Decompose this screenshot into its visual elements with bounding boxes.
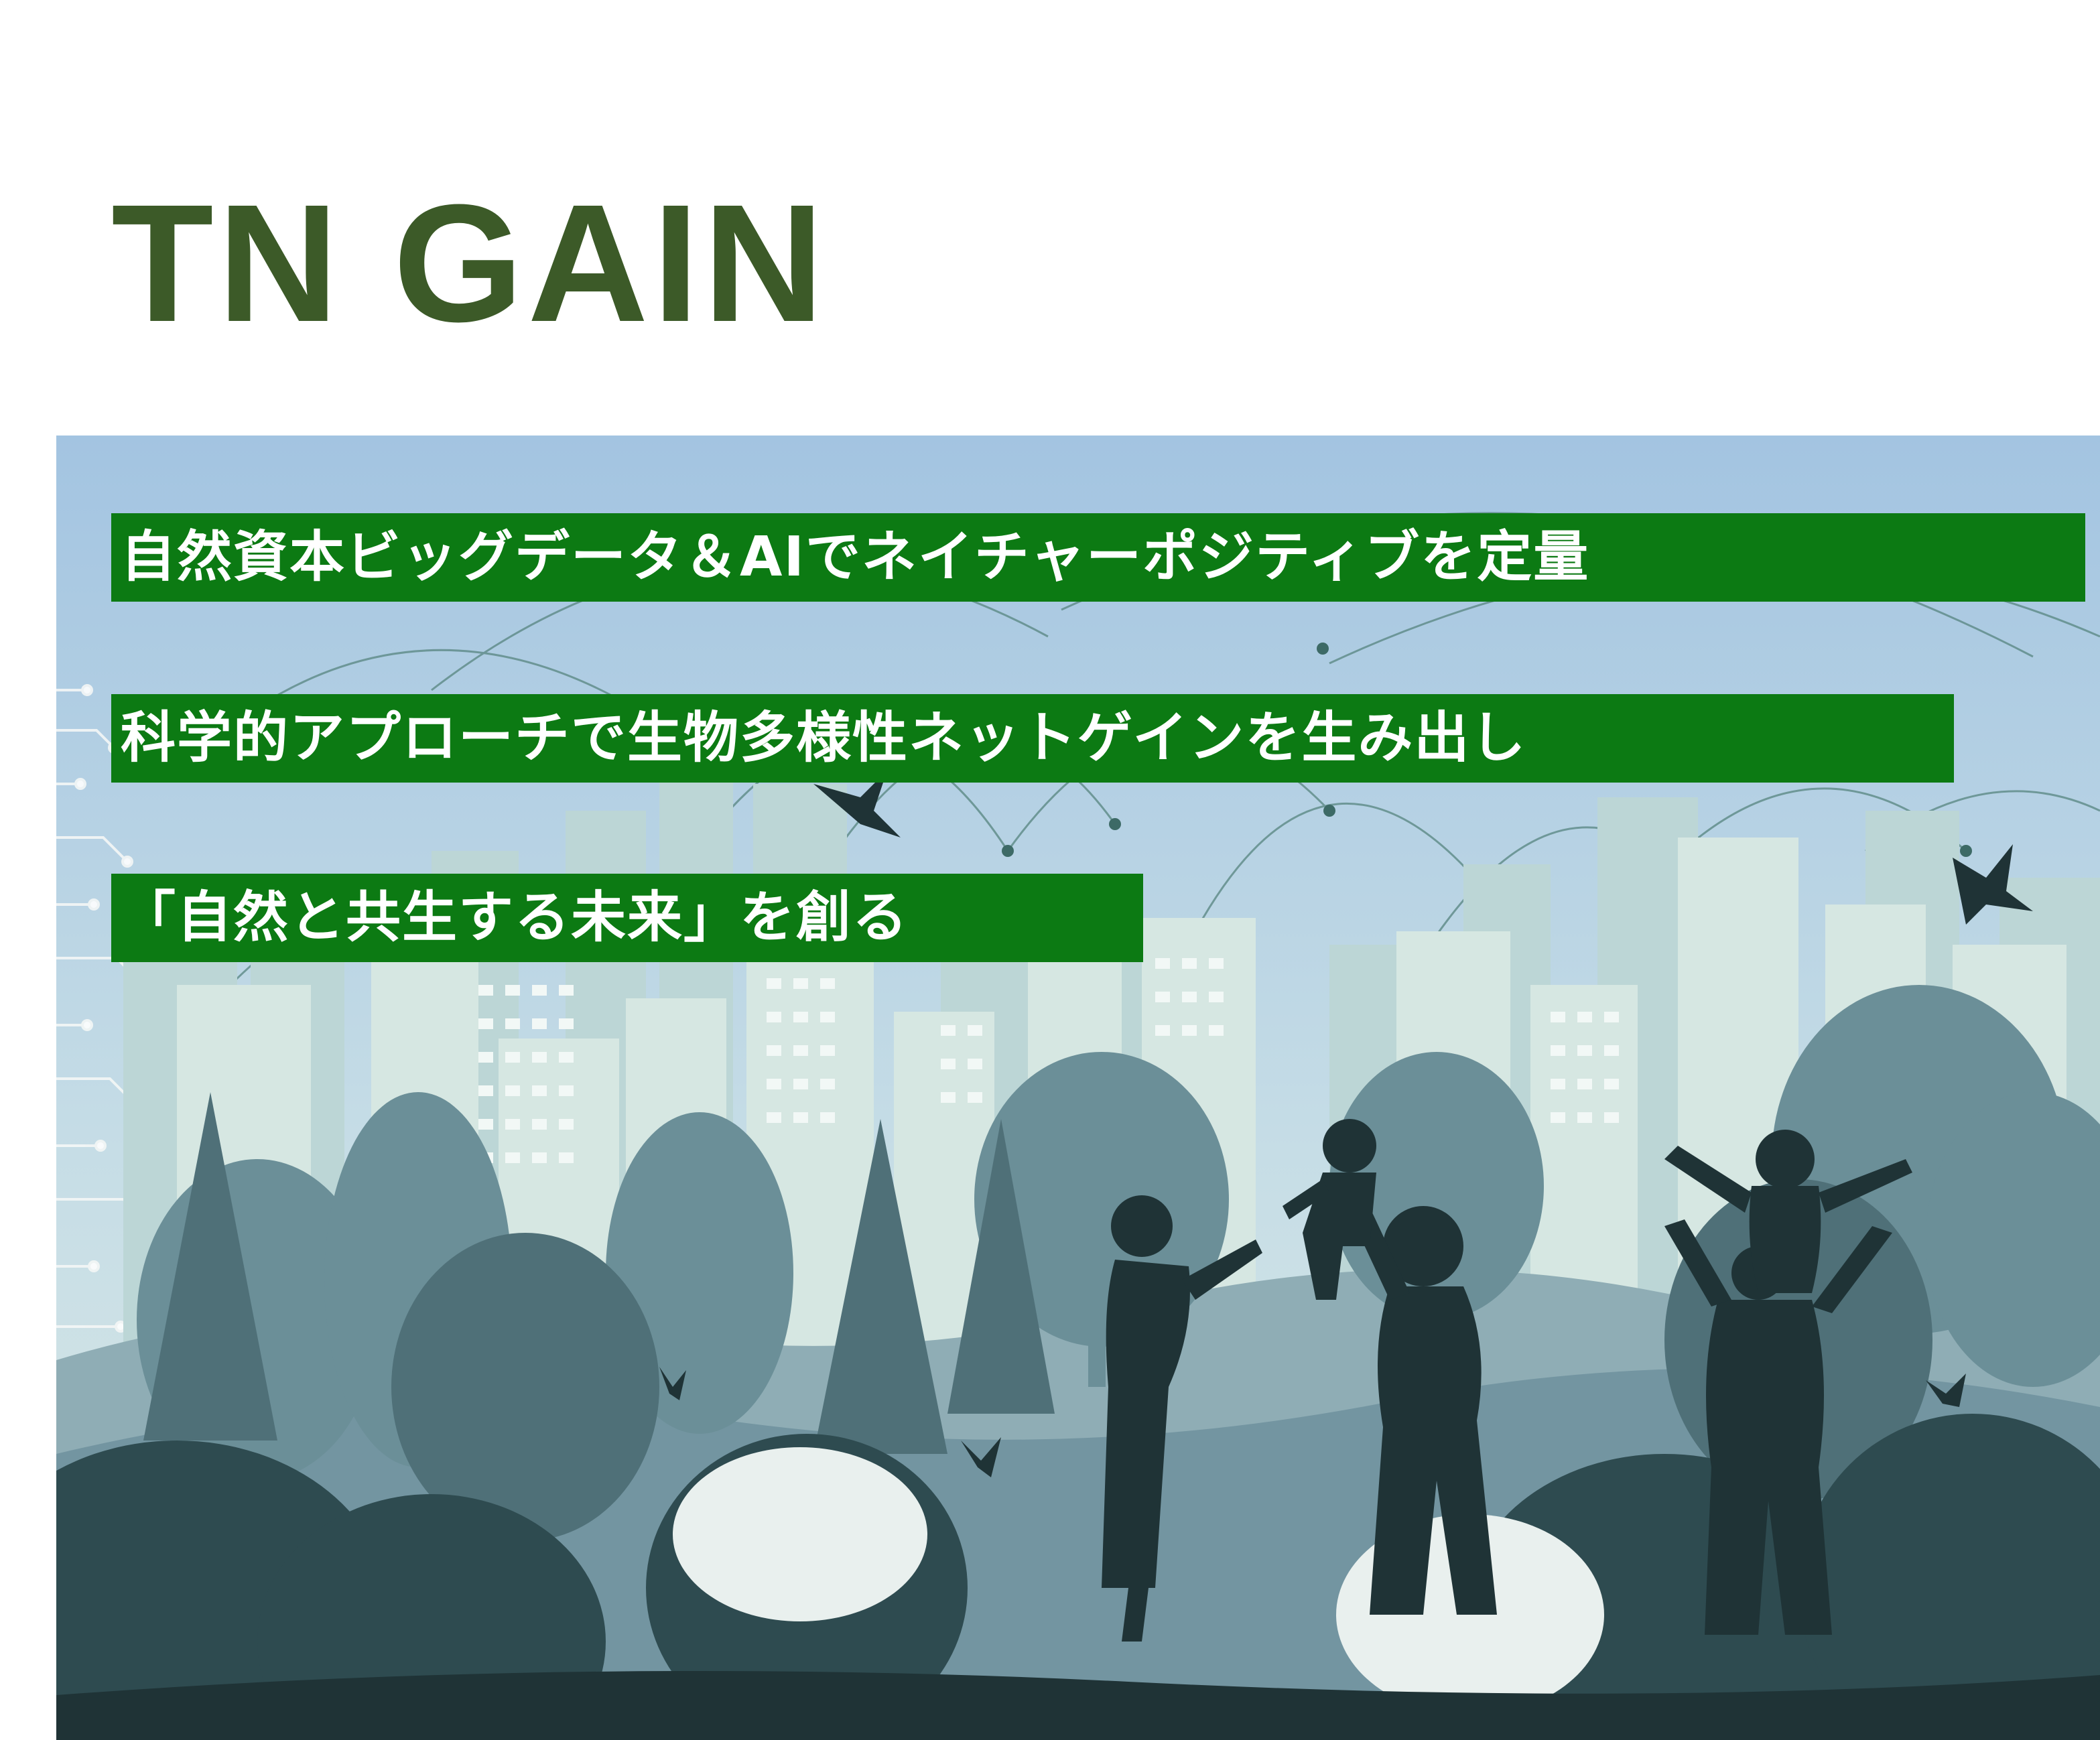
tagline-line-3: 「自然と共生する未来」を創る bbox=[111, 874, 1143, 962]
hero-banner: 自然資本ビッグデータ＆AIでネイチャーポジティブを定量 科学的アプローチで生物多… bbox=[56, 436, 2100, 1740]
brand-title: TN GAIN bbox=[111, 170, 828, 356]
tagline-line-1: 自然資本ビッグデータ＆AIでネイチャーポジティブを定量 bbox=[111, 513, 2085, 602]
page: { "header": { "title": "TN GAIN" }, "her… bbox=[0, 0, 2100, 1740]
hero-illustration bbox=[56, 436, 2100, 1740]
tagline-line-2: 科学的アプローチで生物多様性ネットゲインを生み出し bbox=[111, 694, 1954, 783]
